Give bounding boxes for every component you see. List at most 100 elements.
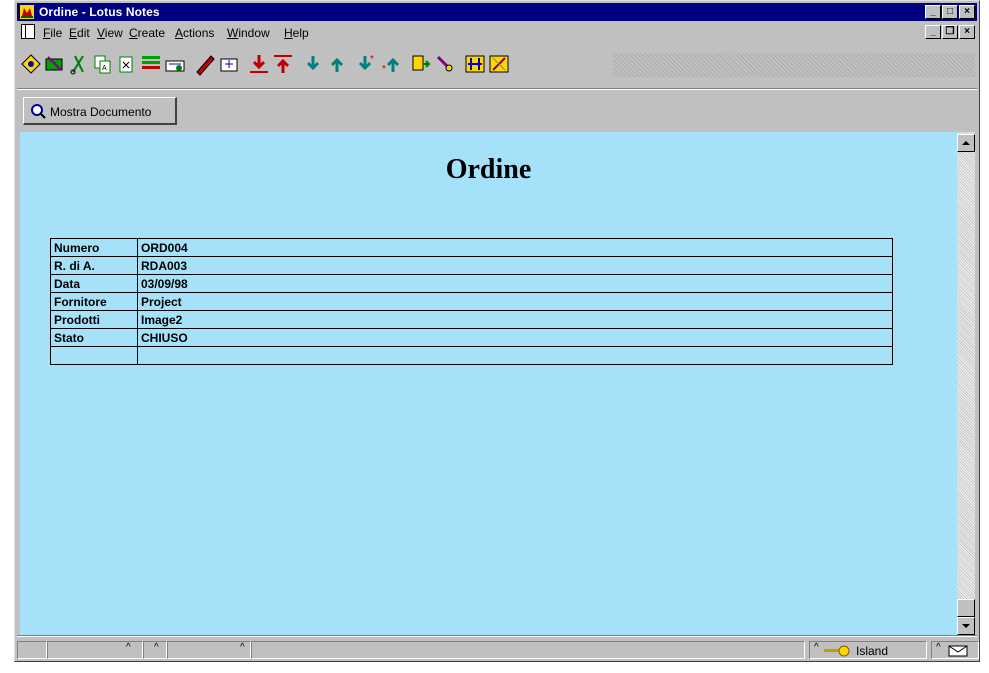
- field-label: Prodotti: [50, 310, 138, 329]
- minimize-icon[interactable]: _: [925, 5, 941, 19]
- edit-icon[interactable]: [139, 52, 163, 76]
- location-label: Island: [856, 644, 889, 658]
- menu-view[interactable]: View: [97, 26, 123, 40]
- status-field-4[interactable]: ^: [167, 641, 251, 659]
- doc-move-icon[interactable]: [409, 52, 433, 76]
- svg-text:A: A: [102, 65, 107, 72]
- status-field-3[interactable]: ^: [143, 641, 167, 659]
- menu-actions[interactable]: Actions: [175, 26, 214, 40]
- magnifier-icon: [31, 104, 46, 119]
- menu-create-label: reate: [137, 26, 166, 40]
- inbox-icon: [948, 645, 968, 657]
- notes-window: Ordine - Lotus Notes _ □ × File Edit Vie…: [14, 0, 980, 662]
- field-label: Fornitore: [50, 292, 138, 311]
- field-value: Image2: [137, 310, 893, 329]
- scroll-thumb[interactable]: [957, 599, 975, 617]
- lotus-notes-icon: [20, 5, 34, 19]
- pen-icon[interactable]: [193, 52, 217, 76]
- link-icon[interactable]: [163, 52, 187, 76]
- doc-close-icon[interactable]: ×: [959, 25, 975, 39]
- mostra-documento-button[interactable]: Mostra Documento: [23, 97, 177, 125]
- scroll-up-button[interactable]: [957, 134, 975, 152]
- scroll-down-icon: [962, 624, 970, 628]
- toolbar-filler: [613, 53, 975, 77]
- window-title: Ordine - Lotus Notes: [39, 5, 160, 19]
- order-info-table: Numero ORD004 R. di A. RDA003 Data 03/09…: [50, 238, 893, 365]
- menu-window[interactable]: Window: [227, 26, 270, 40]
- vertical-scrollbar[interactable]: [957, 132, 975, 635]
- document-system-icon[interactable]: [21, 24, 35, 39]
- caret-icon: ^: [126, 642, 131, 653]
- prev-icon[interactable]: [325, 52, 349, 76]
- table-row: [50, 346, 893, 365]
- wizard-icon[interactable]: [487, 52, 511, 76]
- table-row: Prodotti Image2: [50, 310, 893, 329]
- paste-icon[interactable]: [115, 52, 139, 76]
- document-pane: Ordine Numero ORD004 R. di A. RDA003 Dat…: [20, 132, 957, 635]
- prev-unread-icon[interactable]: *: [379, 52, 403, 76]
- folder-icon[interactable]: [217, 52, 241, 76]
- caret-icon: ^: [936, 642, 941, 653]
- field-label: R. di A.: [50, 256, 138, 275]
- table-row: Numero ORD004: [50, 238, 893, 257]
- field-value: [137, 346, 893, 365]
- caret-icon: ^: [814, 642, 819, 653]
- arrow-down-icon[interactable]: [247, 52, 271, 76]
- key-icon: [824, 645, 850, 657]
- status-field-2[interactable]: ^: [47, 641, 143, 659]
- field-label: Data: [50, 274, 138, 293]
- menu-file[interactable]: File: [43, 26, 62, 40]
- smarticon-toolbar: A * *: [17, 42, 613, 88]
- menu-help-label: elp: [292, 26, 309, 40]
- status-divider: [17, 635, 977, 637]
- table-row: Data 03/09/98: [50, 274, 893, 293]
- menu-actions-label: ctions: [183, 26, 215, 40]
- field-value: RDA003: [137, 256, 893, 275]
- search-icon[interactable]: [433, 52, 457, 76]
- status-field-1[interactable]: [17, 641, 47, 659]
- field-value: CHIUSO: [137, 328, 893, 347]
- copy-icon[interactable]: A: [91, 52, 115, 76]
- table-row: R. di A. RDA003: [50, 256, 893, 275]
- menu-window-label: indow: [238, 26, 270, 40]
- menu-edit[interactable]: Edit: [69, 26, 90, 40]
- field-label: [50, 346, 138, 365]
- tools-icon[interactable]: [463, 52, 487, 76]
- next-unread-icon[interactable]: *: [355, 52, 379, 76]
- caret-icon: ^: [240, 642, 245, 653]
- menu-bar: File Edit View Create Actions Window Hel…: [17, 22, 977, 42]
- cut-icon[interactable]: [67, 52, 91, 76]
- status-bar: ^ ^ ^ ^ Island ^: [17, 641, 979, 659]
- menu-create[interactable]: Create: [129, 26, 165, 40]
- scroll-up-icon: [962, 141, 970, 145]
- menu-view-label: iew: [104, 26, 123, 40]
- field-label: Stato: [50, 328, 138, 347]
- close-icon[interactable]: ×: [959, 5, 975, 19]
- doc-restore-icon[interactable]: ❐: [942, 25, 958, 39]
- menu-edit-label: dit: [77, 26, 90, 40]
- svg-text:*: *: [370, 54, 374, 65]
- arrow-up-icon[interactable]: [271, 52, 295, 76]
- table-row: Stato CHIUSO: [50, 328, 893, 347]
- caret-icon: ^: [154, 642, 159, 653]
- field-value: Project: [137, 292, 893, 311]
- mostra-documento-label: Mostra Documento: [50, 105, 152, 119]
- field-value: 03/09/98: [137, 274, 893, 293]
- mail-status-field[interactable]: ^: [931, 641, 979, 659]
- title-bar[interactable]: Ordine - Lotus Notes _ □ ×: [17, 3, 977, 21]
- navigate-icon[interactable]: [19, 52, 43, 76]
- menu-help[interactable]: Help: [284, 26, 309, 40]
- toolbar-divider: [17, 88, 977, 90]
- location-field[interactable]: ^ Island: [809, 641, 927, 659]
- field-label: Numero: [50, 238, 138, 257]
- next-icon[interactable]: [301, 52, 325, 76]
- field-value: ORD004: [137, 238, 893, 257]
- mail-icon[interactable]: [43, 52, 67, 76]
- doc-minimize-icon[interactable]: _: [925, 25, 941, 39]
- desktop-edge: [0, 0, 2, 673]
- table-row: Fornitore Project: [50, 292, 893, 311]
- document-title: Ordine: [445, 154, 532, 185]
- action-bar: Mostra Documento: [17, 91, 977, 131]
- scroll-down-button[interactable]: [957, 617, 975, 635]
- maximize-icon[interactable]: □: [942, 5, 958, 19]
